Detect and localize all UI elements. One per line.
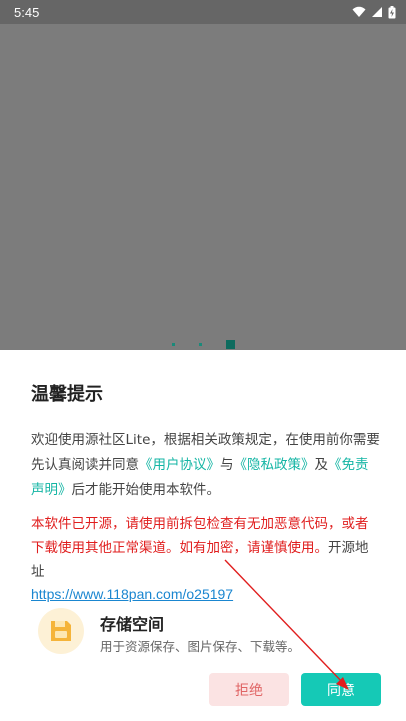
open-source-warning: 本软件已开源，请使用前拆包检查有无加恶意代码，或者下载使用其他正常渠道。如有加密… <box>31 512 381 604</box>
permission-description: 用于资源保存、图片保存、下载等。 <box>100 639 301 654</box>
intro-text: 欢迎使用源社区Lite，根据相关政策规定，在使用前你需要先认真阅读并同意《用户协… <box>31 428 381 503</box>
wifi-icon <box>352 6 366 17</box>
intro-and2: 及 <box>314 457 329 473</box>
splash-backdrop <box>0 24 406 350</box>
page-dot-3-active <box>225 339 235 349</box>
warning-text: 本软件已开源，请使用前拆包检查有无加恶意代码，或者下载使用其他正常渠道。如有加密… <box>31 516 369 556</box>
intro-part2: 后才能开始使用本软件。 <box>71 482 221 498</box>
status-icons <box>352 5 396 19</box>
signal-icon <box>372 7 382 17</box>
storage-folder-icon <box>38 608 84 654</box>
page-indicator <box>0 338 406 350</box>
source-url-link[interactable]: https://www.118pan.com/o25197 <box>31 584 381 604</box>
battery-charging-icon <box>388 5 396 18</box>
privacy-dialog: 温馨提示 欢迎使用源社区Lite，根据相关政策规定，在使用前你需要先认真阅读并同… <box>0 350 406 721</box>
page-dot-1 <box>171 342 175 346</box>
dialog-title: 温馨提示 <box>31 384 103 405</box>
agree-button[interactable]: 同意 <box>301 673 381 706</box>
reject-button[interactable]: 拒绝 <box>209 673 289 706</box>
privacy-policy-link[interactable]: 《隐私政策》 <box>234 457 315 473</box>
user-agreement-link[interactable]: 《用户协议》 <box>139 457 220 473</box>
intro-and1: 与 <box>220 457 234 473</box>
permission-title: 存储空间 <box>100 615 165 634</box>
status-time: 5:45 <box>14 4 40 20</box>
status-bar: 5:45 <box>0 0 406 24</box>
page-dot-2 <box>198 342 202 346</box>
